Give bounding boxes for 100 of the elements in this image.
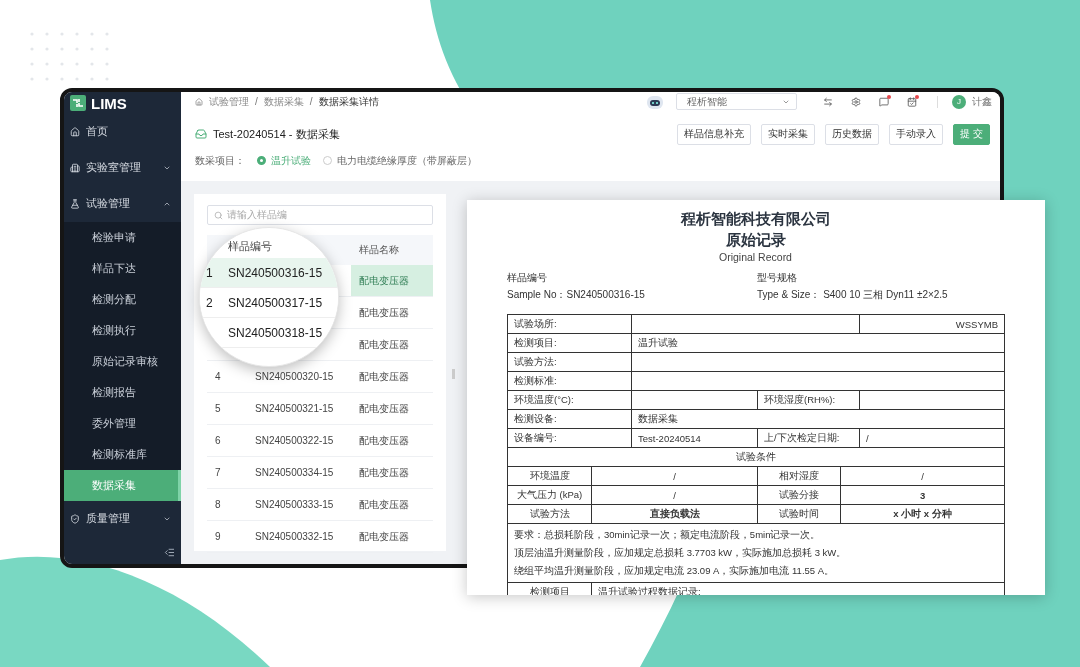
- table-cell: /: [591, 485, 758, 505]
- radio-option[interactable]: 电力电缆绝缘厚度（带屏蔽层）: [323, 153, 477, 168]
- table-cell: /: [591, 466, 758, 486]
- breadcrumb-link[interactable]: 数据采集: [263, 94, 304, 109]
- table-cell: 大气压力 (kPa): [507, 485, 592, 505]
- chevron-up-icon: [163, 200, 171, 208]
- search-icon: [214, 210, 223, 220]
- nav-subitem[interactable]: 样品下达: [64, 253, 181, 284]
- table-cell: 检测项目:: [507, 333, 632, 353]
- sample-number: SN240500334-15: [254, 466, 335, 480]
- nav-icon: [70, 163, 80, 173]
- table-cell: WSSYMB: [859, 314, 1005, 334]
- table-cell: 试验方法: [507, 504, 592, 524]
- nav-item[interactable]: 质量管理: [64, 501, 181, 537]
- sample-label: 样品编号: [507, 271, 548, 285]
- row-index: 6: [214, 434, 222, 448]
- sample-name[interactable]: 配电变压器: [351, 297, 433, 328]
- resize-handle[interactable]: [452, 369, 455, 379]
- organization-select[interactable]: 程析智能: [676, 93, 797, 111]
- magnified-row: 1 SN240500316-15: [200, 258, 338, 288]
- nav-subitem[interactable]: 原始记录审核: [64, 346, 181, 377]
- table-cell: 设备编号:: [507, 428, 632, 448]
- nav-subitem[interactable]: 检测分配: [64, 284, 181, 315]
- table-cell: /: [840, 466, 1005, 486]
- type-size: Type & Size： S400 10 三相 Dyn11 ±2×2.5: [757, 288, 949, 302]
- breadcrumb-link[interactable]: 试验管理: [209, 94, 249, 109]
- table-cell: 试验条件: [507, 447, 1005, 467]
- nav-icon: [70, 514, 80, 524]
- sample-name[interactable]: 配电变压器: [351, 489, 433, 520]
- table-cell: 直接负载法: [591, 504, 758, 524]
- table-cell: 试验方法:: [507, 352, 632, 372]
- table-cell: 数据采集: [631, 409, 1005, 429]
- page-title: Test-20240514 - 数据采集: [213, 126, 341, 142]
- table-cell: /: [859, 428, 1005, 448]
- table-cell: 检测项目: [507, 582, 592, 595]
- column-header: 样品编号: [227, 238, 273, 254]
- breadcrumb-separator: /: [255, 96, 258, 108]
- row-index: 4: [214, 370, 222, 384]
- requirement-text: 要求：总损耗阶段，30min记录一次；额定电流阶段，5min记录一次。: [514, 528, 822, 542]
- action-button[interactable]: 手动录入: [889, 123, 944, 145]
- sample-name[interactable]: 配电变压器: [351, 457, 433, 488]
- nav-subitem[interactable]: 检测报告: [64, 377, 181, 408]
- sample-number: Sample No：SN240500316-15: [507, 288, 646, 302]
- message-icon[interactable]: [877, 96, 891, 107]
- breadcrumb-link[interactable]: 数据采集详情: [318, 94, 379, 109]
- action-button[interactable]: 样品信息补充: [677, 123, 752, 145]
- table-cell: Test-20240514: [631, 428, 758, 448]
- nav-subitem[interactable]: 委外管理: [64, 408, 181, 439]
- table-cell: 上/下次检定日期:: [757, 428, 860, 448]
- action-button[interactable]: 历史数据: [825, 123, 880, 145]
- table-cell: 试验时间: [757, 504, 841, 524]
- swap-icon[interactable]: [821, 96, 835, 107]
- sample-number: SN240500332-15: [254, 530, 335, 544]
- user-name[interactable]: 计鑫: [972, 94, 992, 109]
- sample-number: SN240500321-15: [254, 402, 335, 416]
- table-cell: 试验场所:: [507, 314, 632, 334]
- nav-item[interactable]: 首页: [64, 114, 181, 150]
- table-cell: 3: [840, 485, 1005, 505]
- table-cell: 检测设备:: [507, 409, 632, 429]
- breadcrumb-separator: /: [309, 96, 313, 108]
- table-cell: 环境湿度(RH%):: [757, 390, 860, 410]
- requirement-text: 顶层油温升测量阶段，应加规定总损耗 3.7703 kW，实际施加总损耗 3 kW。: [514, 546, 848, 560]
- row-index: 9: [214, 530, 222, 544]
- home-icon[interactable]: [195, 97, 203, 106]
- sample-name[interactable]: 配电变压器: [351, 521, 433, 552]
- table-cell: 试验分接: [757, 485, 841, 505]
- type-label: 型号规格: [757, 271, 798, 285]
- nav-item[interactable]: 实验室管理: [64, 150, 181, 186]
- document-subtitle: Original Record: [718, 251, 793, 263]
- nav-subitem[interactable]: 检测标准库: [64, 439, 181, 470]
- table-cell: 检测标准:: [507, 371, 632, 391]
- sample-number: SN240500333-15: [254, 498, 335, 512]
- nav-subitem[interactable]: 检测执行: [64, 315, 181, 346]
- document-title: 原始记录: [724, 230, 787, 250]
- robot-icon[interactable]: [646, 93, 664, 110]
- nav-subitem[interactable]: 检验申请: [64, 222, 181, 253]
- collapse-icon[interactable]: [164, 546, 175, 558]
- table-cell: 温升试验: [631, 333, 1005, 353]
- sample-name[interactable]: 配电变压器: [351, 329, 433, 360]
- sample-name[interactable]: 配电变压器: [351, 361, 433, 392]
- requirement-text: 绕组平均温升测量阶段，应加规定电流 23.09 A，实际施加电流 11.55 A。: [514, 564, 836, 578]
- page-icon: [195, 128, 207, 141]
- chevron-down-icon: [163, 164, 171, 172]
- row-index: 5: [214, 402, 222, 416]
- column-header: 样品名称: [358, 243, 400, 257]
- sample-name[interactable]: 配电变压器: [351, 265, 433, 296]
- radio-group-label: 数采项目：: [195, 153, 245, 168]
- calendar-icon[interactable]: [905, 96, 919, 107]
- chevron-down-icon: [163, 515, 171, 523]
- table-cell: 环境温度(°C):: [507, 390, 632, 410]
- company-name: 程析智能科技有限公司: [679, 209, 832, 229]
- nav-icon: [70, 127, 80, 137]
- nav-item[interactable]: 试验管理: [64, 186, 181, 222]
- settings-icon[interactable]: [849, 96, 863, 107]
- logo-text: LIMS: [91, 94, 127, 112]
- action-button[interactable]: 实时采集: [761, 123, 816, 145]
- sample-name[interactable]: 配电变压器: [351, 425, 433, 456]
- row-index: 8: [214, 498, 222, 512]
- sample-number: SN240500322-15: [254, 434, 335, 448]
- sample-name[interactable]: 配电变压器: [351, 393, 433, 424]
